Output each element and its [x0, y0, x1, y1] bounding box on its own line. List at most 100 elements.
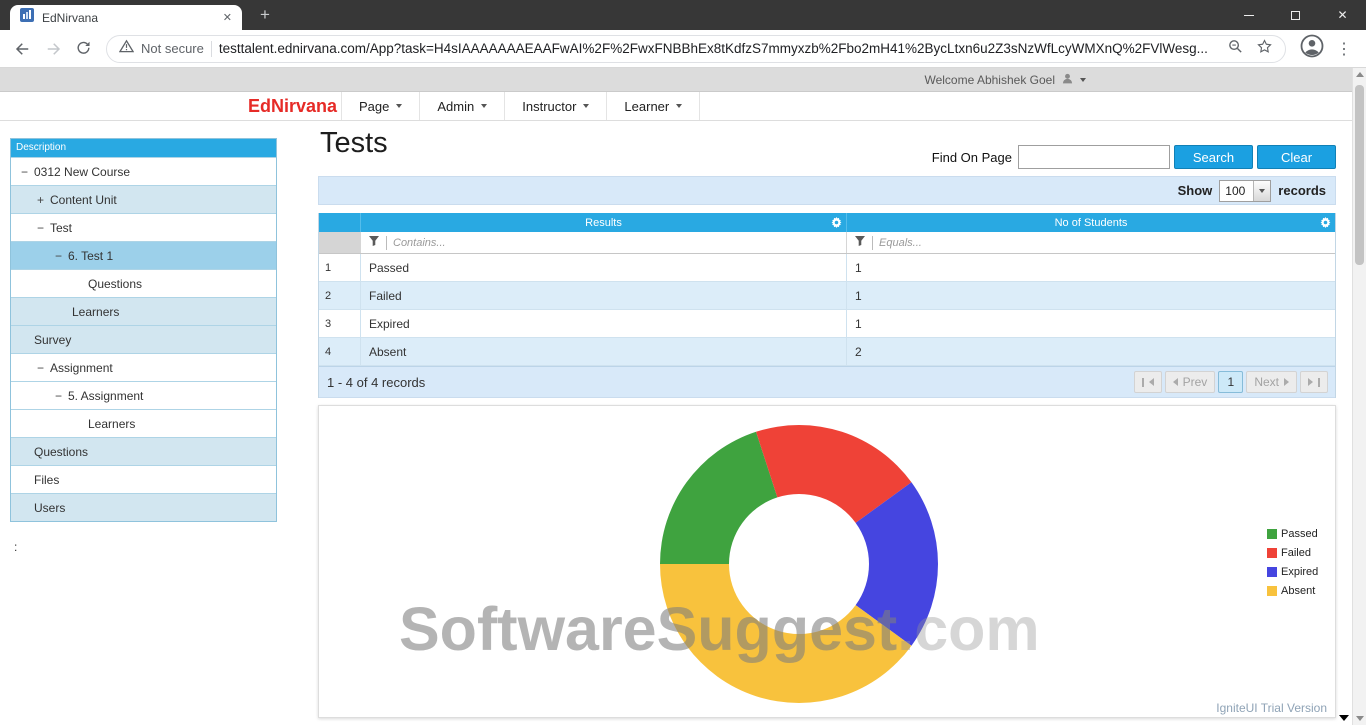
ednirvana-logo[interactable]: EdNirvana	[248, 96, 337, 117]
address-bar[interactable]: Not secure testtalent.ednirvana.com/App?…	[106, 35, 1286, 63]
menu-label: Instructor	[522, 99, 576, 114]
menu-caret-icon	[396, 104, 402, 108]
students-column-header[interactable]: No of Students	[847, 213, 1335, 232]
table-row[interactable]: 2Failed1	[319, 282, 1335, 310]
tree-item-label: Users	[34, 501, 65, 515]
pager-prev-button[interactable]: Prev	[1165, 371, 1216, 393]
pager-page-1-button[interactable]: 1	[1218, 371, 1243, 393]
tree-item-questions[interactable]: Questions	[11, 437, 276, 465]
collapse-icon[interactable]: −	[37, 221, 50, 235]
tree-item-0312-new-course[interactable]: −0312 New Course	[11, 157, 276, 185]
main-menu-bar: Page Admin Instructor Learner	[341, 92, 700, 120]
collapse-icon[interactable]: −	[55, 389, 68, 403]
window-controls: ✕	[1225, 0, 1366, 30]
scrollbar-thumb[interactable]	[1355, 85, 1364, 265]
browser-menu-icon[interactable]: ⋮	[1336, 39, 1352, 59]
profile-avatar-icon[interactable]	[1300, 34, 1324, 63]
results-filter-input[interactable]: Contains...	[361, 232, 847, 253]
page-size-dropdown-button[interactable]	[1253, 181, 1270, 201]
scroll-up-icon[interactable]	[1356, 72, 1364, 77]
window-minimize-button[interactable]	[1225, 0, 1272, 30]
students-filter-input[interactable]: Equals...	[847, 232, 1335, 253]
menu-label: Page	[359, 99, 389, 114]
records-label: records	[1278, 183, 1326, 198]
tree-item-label: Assignment	[50, 361, 113, 375]
zoom-icon[interactable]	[1227, 38, 1244, 60]
legend-label: Passed	[1281, 528, 1318, 540]
reload-button[interactable]	[68, 34, 98, 64]
filter-funnel-icon[interactable]	[368, 234, 380, 252]
menu-learner[interactable]: Learner	[607, 92, 700, 120]
table-row[interactable]: 3Expired1	[319, 310, 1335, 338]
forward-button[interactable]	[38, 34, 68, 64]
new-tab-button[interactable]: +	[254, 4, 276, 26]
page-scrollbar[interactable]	[1352, 68, 1366, 725]
tree-item-label: Questions	[88, 277, 142, 291]
column-settings-icon[interactable]	[831, 217, 842, 231]
column-settings-icon[interactable]	[1320, 217, 1331, 231]
page-size-select[interactable]: 100	[1219, 180, 1271, 202]
tab-close-icon[interactable]: ✕	[223, 11, 232, 24]
browser-tab[interactable]: EdNirvana ✕	[10, 5, 242, 30]
pager-first-button[interactable]	[1134, 371, 1162, 393]
tree-item-learners[interactable]: Learners	[11, 409, 276, 437]
prev-icon	[1173, 378, 1178, 386]
pager-last-button[interactable]	[1300, 371, 1328, 393]
not-secure-label[interactable]: Not secure	[141, 41, 204, 56]
tree-item-5-assignment[interactable]: −5. Assignment	[11, 381, 276, 409]
row-number-column-header	[319, 213, 361, 232]
url-text[interactable]: testtalent.ednirvana.com/App?task=H4sIAA…	[219, 41, 1220, 56]
tree-item-test[interactable]: −Test	[11, 213, 276, 241]
bookmark-star-icon[interactable]	[1256, 38, 1273, 60]
tree-item-content-unit[interactable]: +Content Unit	[11, 185, 276, 213]
window-close-button[interactable]: ✕	[1319, 0, 1366, 30]
menu-page[interactable]: Page	[341, 92, 420, 120]
students-filter-placeholder: Equals...	[879, 237, 922, 249]
result-cell: Absent	[361, 338, 847, 365]
tree-item-files[interactable]: Files	[11, 465, 276, 493]
window-maximize-button[interactable]	[1272, 0, 1319, 30]
pager-next-button[interactable]: Next	[1246, 371, 1297, 393]
tree-item-users[interactable]: Users	[11, 493, 276, 521]
menu-admin[interactable]: Admin	[420, 92, 505, 120]
table-row[interactable]: 4Absent2	[319, 338, 1335, 366]
tab-title: EdNirvana	[42, 11, 215, 25]
filter-funnel-icon[interactable]	[854, 234, 866, 252]
row-number-cell: 4	[319, 338, 361, 365]
scroll-down-icon[interactable]	[1356, 716, 1364, 721]
tree-item-label: Questions	[34, 445, 88, 459]
legend-swatch-icon	[1267, 586, 1277, 596]
tree-header: Description	[11, 139, 276, 157]
tree-item-assignment[interactable]: −Assignment	[11, 353, 276, 381]
show-label: Show	[1178, 183, 1213, 198]
back-button[interactable]	[8, 34, 38, 64]
forward-icon	[44, 40, 62, 58]
tree-item-label: Content Unit	[50, 193, 117, 207]
results-filter-placeholder: Contains...	[393, 237, 446, 249]
table-row[interactable]: 1Passed1	[319, 254, 1335, 282]
not-secure-warning-icon[interactable]	[119, 39, 134, 58]
find-on-page-input[interactable]	[1018, 145, 1170, 169]
results-column-header[interactable]: Results	[361, 213, 847, 232]
menu-instructor[interactable]: Instructor	[505, 92, 607, 120]
tree-item-survey[interactable]: Survey	[11, 325, 276, 353]
chart-legend: PassedFailedExpiredAbsent	[1267, 528, 1318, 597]
results-grid: Results No of Students Contains...	[318, 213, 1336, 398]
tree-item-learners[interactable]: Learners	[11, 297, 276, 325]
legend-item-absent: Absent	[1267, 585, 1318, 597]
corner-caret-icon[interactable]	[1339, 715, 1349, 721]
page-size-value: 100	[1220, 184, 1253, 198]
search-button[interactable]: Search	[1174, 145, 1253, 169]
show-records-bar: Show 100 records	[318, 176, 1336, 205]
collapse-icon[interactable]: −	[55, 249, 68, 263]
user-menu[interactable]: Welcome Abhishek Goel	[924, 68, 1086, 91]
collapse-icon[interactable]: −	[37, 361, 50, 375]
find-on-page-label: Find On Page	[932, 150, 1012, 165]
tree-item-questions[interactable]: Questions	[11, 269, 276, 297]
students-cell: 1	[847, 310, 1335, 337]
donut-slice-passed[interactable]	[660, 432, 777, 564]
clear-button[interactable]: Clear	[1257, 145, 1336, 169]
expand-icon[interactable]: +	[37, 193, 50, 207]
tree-item-6-test-1[interactable]: −6. Test 1	[11, 241, 276, 269]
collapse-icon[interactable]: −	[21, 165, 34, 179]
